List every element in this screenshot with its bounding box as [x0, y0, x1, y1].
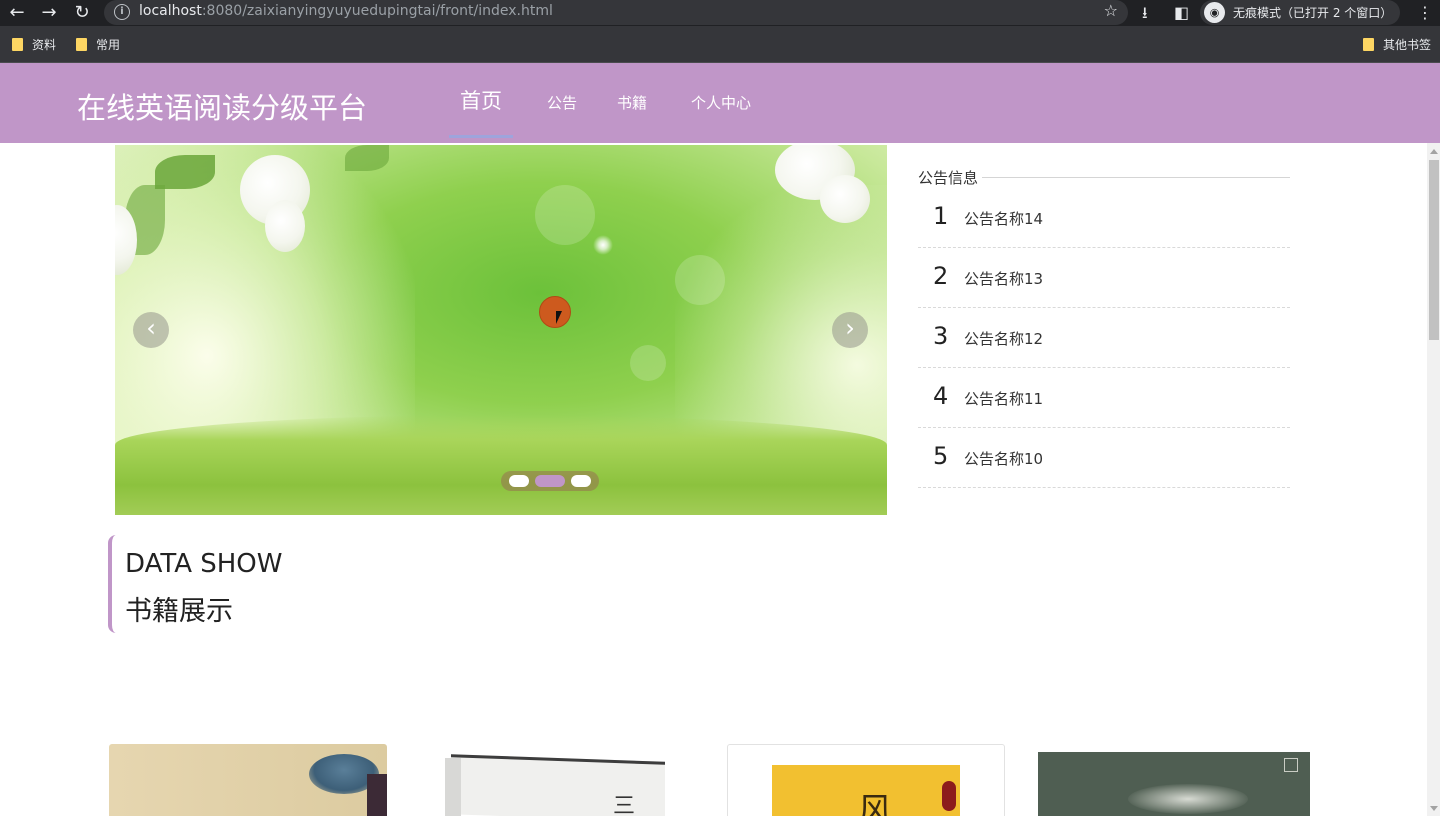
address-url[interactable]: localhost:8080/zaixianyingyuyuedupingtai… — [139, 3, 553, 19]
book-cover-art — [1128, 784, 1248, 814]
section-title-cn: 书籍展示 — [125, 596, 233, 627]
carousel-dot-1[interactable] — [509, 475, 529, 487]
notice-item[interactable]: 5 公告名称10 — [918, 428, 1290, 488]
slide-leaf — [155, 155, 215, 189]
notice-header: 公告信息 — [918, 167, 1290, 188]
slide-flower — [265, 200, 305, 252]
notice-name[interactable]: 公告名称13 — [964, 268, 1043, 289]
book-cover-art — [942, 781, 956, 811]
scroll-up-icon[interactable] — [1430, 149, 1438, 154]
nav-books[interactable]: 书籍 — [610, 63, 654, 143]
notice-number: 4 — [933, 382, 949, 410]
banner-carousel[interactable]: ‹ › — [115, 145, 887, 515]
site-info-icon[interactable]: i — [114, 4, 130, 20]
menu-kebab-icon[interactable]: ⋮ — [1417, 1, 1433, 25]
bookmarks-bar: 资料 常用 其他书签 — [0, 26, 1440, 63]
notice-name[interactable]: 公告名称12 — [964, 328, 1043, 349]
book-cover-art — [445, 758, 461, 816]
slide-bokeh — [630, 345, 666, 381]
slide-leaf — [345, 145, 389, 171]
book-card[interactable] — [109, 744, 387, 816]
forward-icon[interactable]: → — [37, 1, 61, 25]
folder-icon — [12, 38, 23, 51]
notice-item[interactable]: 4 公告名称11 — [918, 368, 1290, 428]
nav-profile[interactable]: 个人中心 — [686, 63, 756, 143]
notice-name[interactable]: 公告名称10 — [964, 448, 1043, 469]
notice-number: 2 — [933, 262, 949, 290]
bookmark-folder-changyong[interactable]: 常用 — [76, 36, 120, 52]
folder-icon — [76, 38, 87, 51]
book-card[interactable]: 三 — [445, 744, 723, 816]
book-cover-glyph: 风 — [858, 791, 892, 816]
bookmark-folder-other[interactable]: 其他书签 — [1363, 36, 1431, 52]
carousel-dot-3[interactable] — [571, 475, 591, 487]
book-cover-glyph: 三 — [613, 794, 636, 816]
incognito-icon: ◉ — [1204, 2, 1225, 23]
notice-number: 3 — [933, 322, 949, 350]
click-indicator — [539, 296, 571, 328]
nav-active-indicator — [449, 135, 513, 138]
carousel-indicators — [501, 471, 599, 491]
slide-sparkle — [593, 235, 613, 255]
side-panel-icon[interactable]: ◧ — [1174, 1, 1189, 25]
slide-bokeh — [535, 185, 595, 245]
nav-home[interactable]: 首页 — [452, 63, 510, 143]
site-title[interactable]: 在线英语阅读分级平台 — [77, 85, 367, 127]
slide-grass — [115, 415, 887, 515]
carousel-prev-button[interactable]: ‹ — [133, 312, 169, 348]
notice-item[interactable]: 2 公告名称13 — [918, 248, 1290, 308]
scrollbar-thumb[interactable] — [1429, 160, 1439, 340]
nav-notice[interactable]: 公告 — [540, 63, 584, 143]
notice-item[interactable]: 3 公告名称12 — [918, 308, 1290, 368]
site-header: 在线英语阅读分级平台 首页 公告 书籍 个人中心 — [0, 63, 1440, 143]
notice-number: 1 — [933, 202, 949, 230]
book-cover-art — [367, 774, 387, 816]
carousel-dot-2[interactable] — [535, 475, 565, 487]
reload-icon[interactable]: ↻ — [70, 1, 94, 25]
notice-item[interactable]: 1 公告名称14 — [918, 188, 1290, 248]
incognito-indicator[interactable]: ◉ 无痕模式（已打开 2 个窗口） — [1200, 0, 1400, 25]
address-bar[interactable]: i localhost:8080/zaixianyingyuyuedupingt… — [104, 0, 1128, 25]
slide-bokeh — [675, 255, 725, 305]
notice-divider — [982, 177, 1290, 178]
notice-name[interactable]: 公告名称11 — [964, 388, 1043, 409]
notice-name[interactable]: 公告名称14 — [964, 208, 1043, 229]
slide-flower — [820, 175, 870, 223]
mouse-cursor-icon — [556, 311, 562, 324]
bookmark-folder-ziliao[interactable]: 资料 — [12, 36, 56, 52]
back-icon[interactable]: ← — [5, 1, 29, 25]
notice-number: 5 — [933, 442, 949, 470]
download-icon[interactable]: ⭳ — [1142, 1, 1148, 25]
folder-icon — [1363, 38, 1374, 51]
browser-toolbar: ← → ↻ i localhost:8080/zaixianyingyuyued… — [0, 0, 1440, 26]
incognito-label: 无痕模式（已打开 2 个窗口） — [1233, 6, 1393, 20]
book-card[interactable]: 风 — [727, 744, 1005, 816]
scroll-down-icon[interactable] — [1430, 806, 1438, 811]
book-cover-art — [1284, 758, 1298, 772]
bookmark-star-icon[interactable]: ☆ — [1104, 1, 1118, 20]
notice-title: 公告信息 — [918, 167, 981, 188]
carousel-next-button[interactable]: › — [832, 312, 868, 348]
book-card[interactable] — [1038, 744, 1310, 816]
section-title-en: DATA SHOW — [125, 549, 283, 579]
section-accent-bar — [108, 535, 116, 633]
